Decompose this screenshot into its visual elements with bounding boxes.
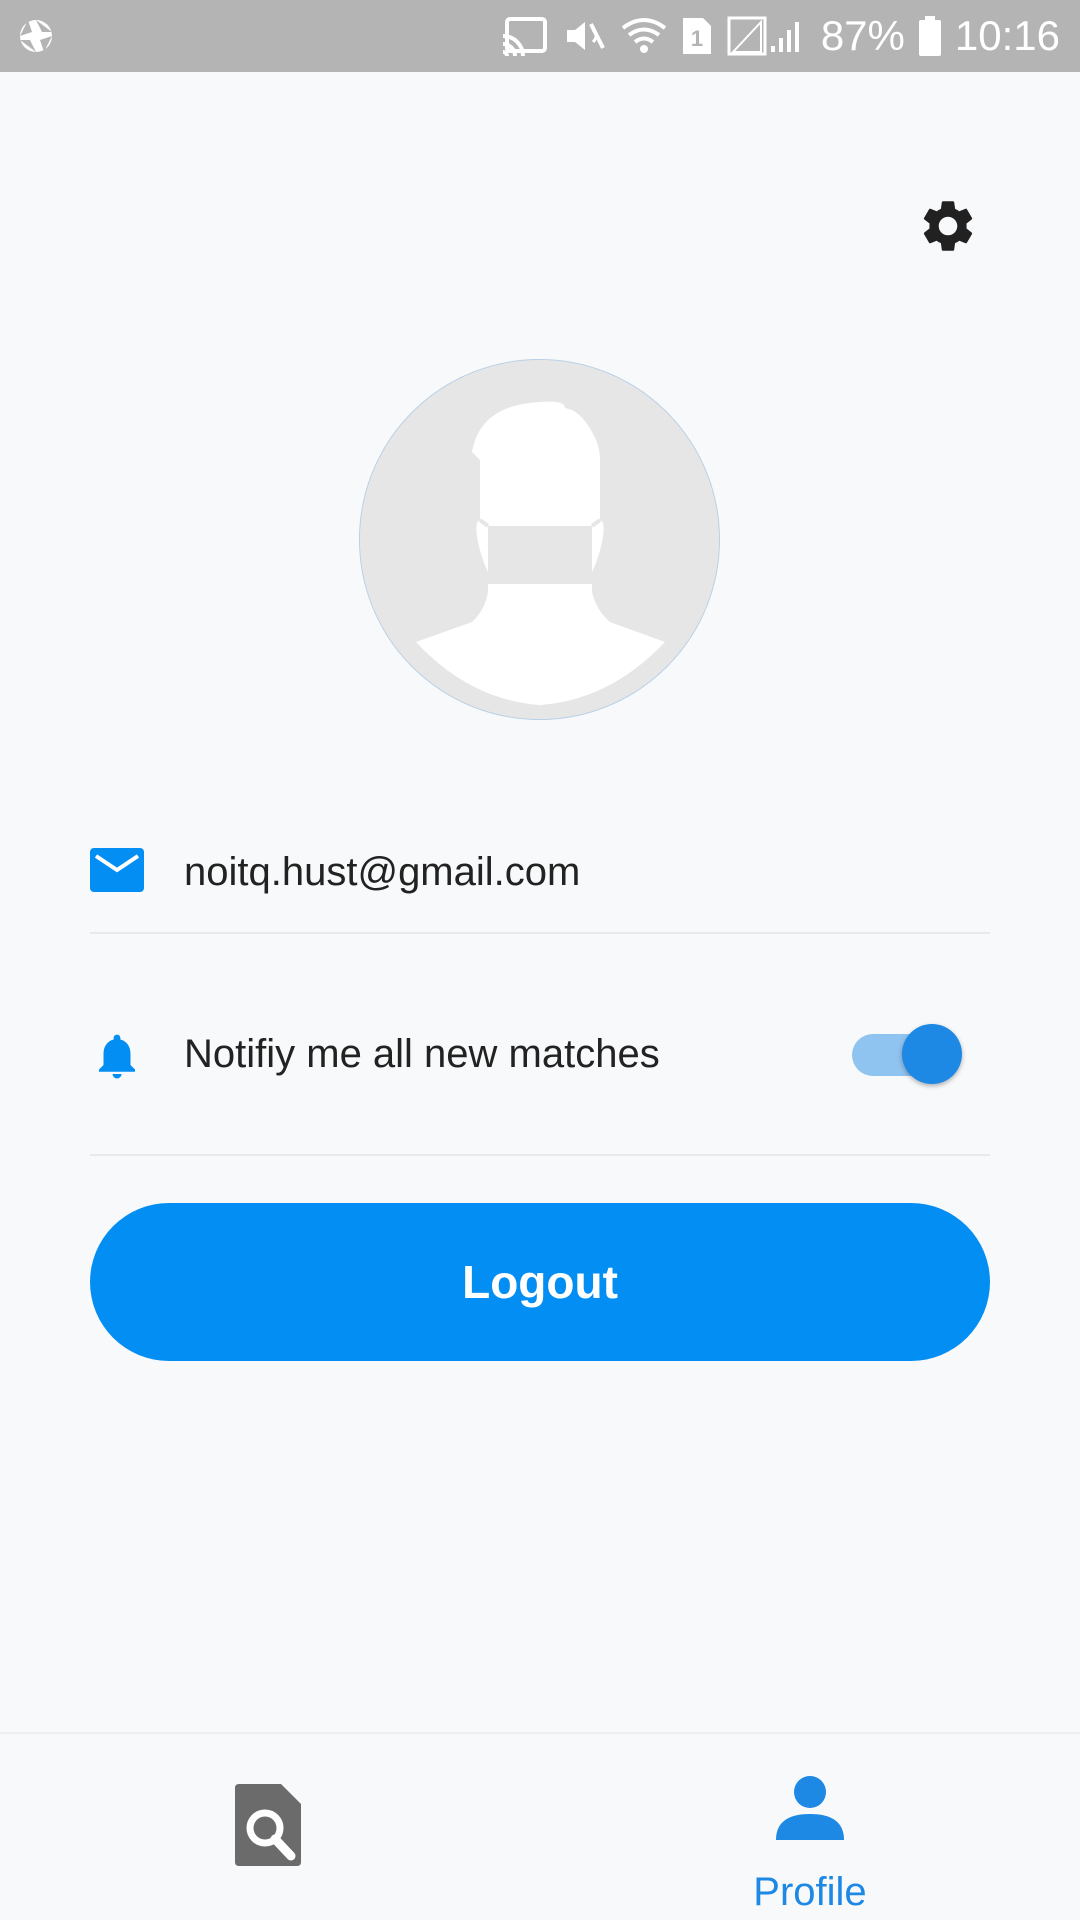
email-row: noitq.hust@gmail.com [90, 808, 990, 934]
camera-aperture-icon [18, 18, 54, 54]
nav-item-search[interactable] [200, 1734, 340, 1920]
masked-person-icon [360, 360, 719, 719]
toggle-thumb [902, 1024, 962, 1084]
bell-icon [90, 1028, 144, 1089]
gear-icon [917, 195, 979, 262]
notification-row: Notifiy me all new matches [90, 990, 990, 1156]
sim-icon: 1 [681, 16, 713, 56]
nav-label-profile: Profile [753, 1870, 867, 1914]
cast-icon [501, 16, 549, 56]
notification-label: Notifiy me all new matches [184, 1032, 660, 1076]
nav-item-profile[interactable]: Profile [720, 1734, 900, 1920]
mute-icon [563, 16, 607, 56]
divider [90, 1154, 990, 1156]
wifi-icon [621, 16, 667, 56]
person-icon [776, 1774, 844, 1845]
avatar[interactable] [359, 359, 720, 720]
svg-text:1: 1 [691, 26, 703, 51]
profile-screen: 1 87% 10:16 noitq.hust@gmail.com Notifiy… [0, 0, 1080, 1920]
battery-percent: 87% [820, 12, 905, 59]
notification-toggle[interactable] [852, 1020, 962, 1084]
battery-icon [918, 16, 941, 56]
logout-button[interactable]: Logout [90, 1203, 990, 1361]
mail-icon [90, 848, 144, 897]
clock: 10:16 [954, 12, 1060, 59]
search-document-icon [235, 1784, 301, 1871]
divider [90, 932, 990, 934]
email-text: noitq.hust@gmail.com [184, 850, 581, 894]
bottom-nav: Profile [0, 1732, 1080, 1920]
signal-icon [727, 16, 807, 56]
settings-button[interactable] [912, 192, 984, 264]
status-bar: 1 87% 10:16 [0, 0, 1080, 72]
